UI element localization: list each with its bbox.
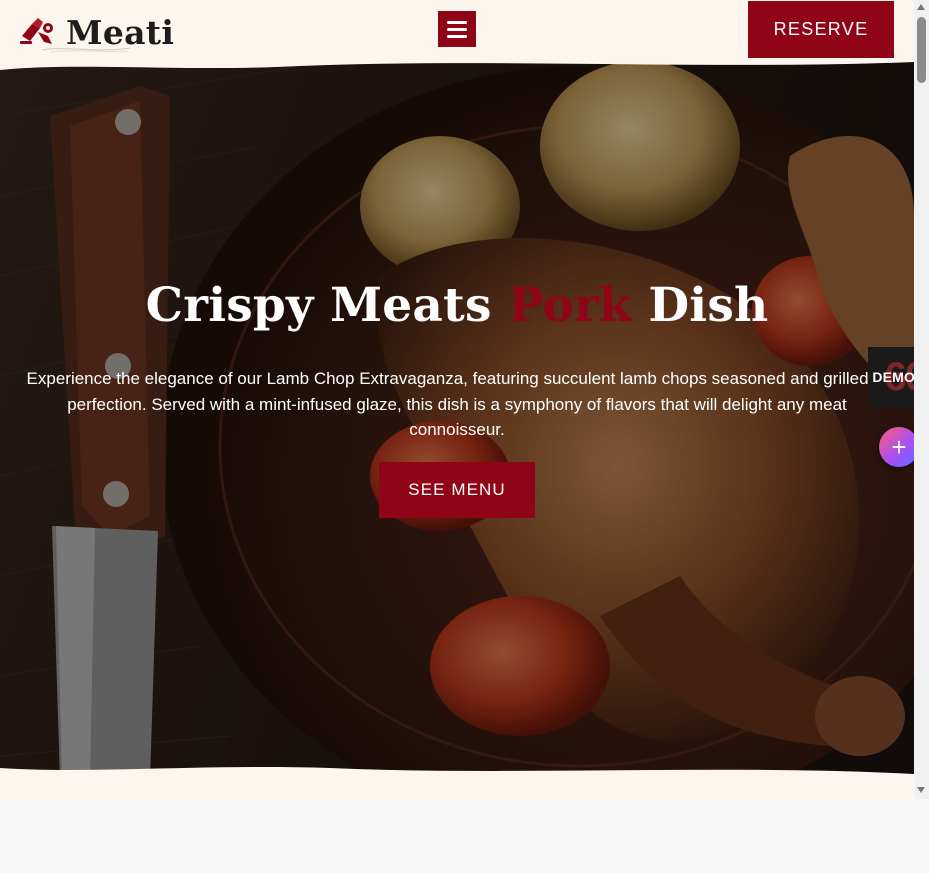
hero-section: Crispy Meats Pork Dish Experience the el… [0,56,914,780]
logo-swash [41,47,131,53]
plus-icon: + [891,431,907,462]
add-plus-button[interactable]: + [879,427,919,467]
scroll-up-arrow-icon[interactable] [917,4,925,10]
hero-title-part2: Dish [631,278,769,333]
page-viewport: Meati RESERVE Crispy Meats Pork Dish Exp… [0,0,914,799]
hero-description: Experience the elegance of our Lamb Chop… [26,369,888,439]
site-header: Meati RESERVE [0,0,914,60]
reserve-button[interactable]: RESERVE [748,1,894,58]
hero-title-accent: Pork [508,278,632,333]
hamburger-icon-bar [447,27,467,31]
hamburger-menu-button[interactable] [438,11,476,47]
page-scrollbar[interactable] [914,0,929,799]
page-below-fold [0,799,929,873]
scrollbar-thumb[interactable] [917,17,926,83]
see-menu-button[interactable]: SEE MENU [379,462,535,518]
hamburger-icon-bar [447,34,467,38]
hero-title-part1: Crispy Meats [145,278,509,333]
hamburger-icon [447,20,467,24]
scroll-down-arrow-icon[interactable] [917,787,925,793]
hero-title: Crispy Meats Pork Dish [0,278,914,333]
